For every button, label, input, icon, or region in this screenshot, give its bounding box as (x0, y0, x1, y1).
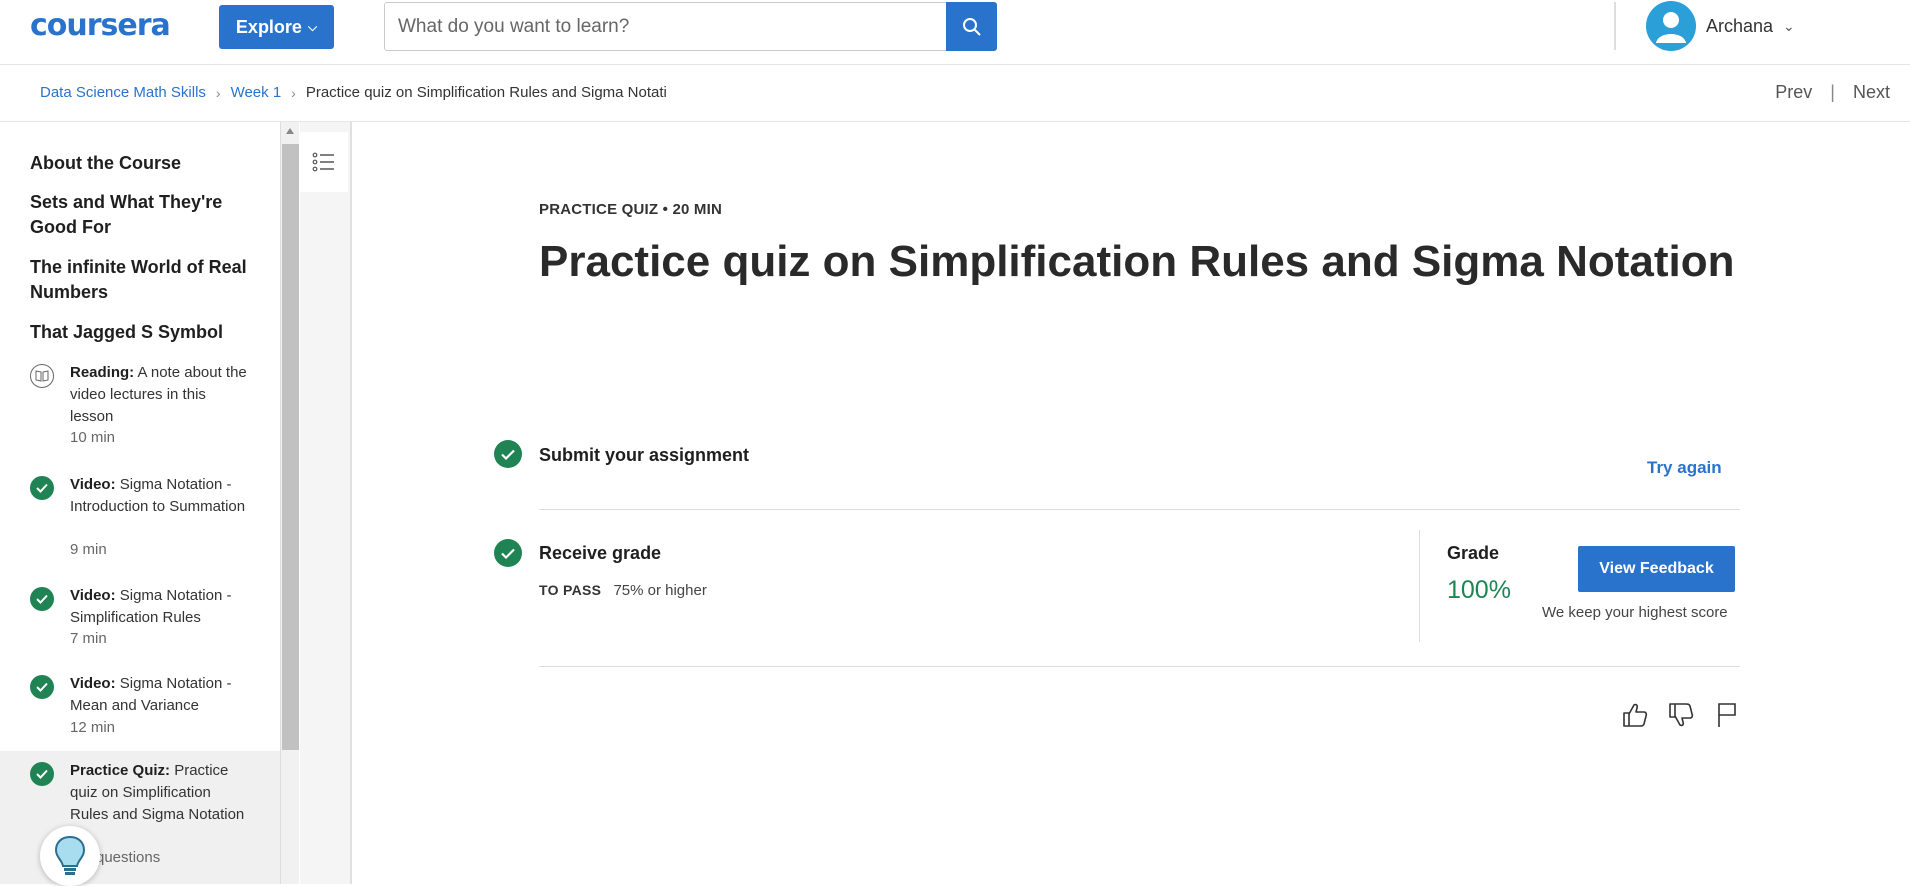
grade-label: Grade (1447, 543, 1500, 563)
book-icon (30, 364, 54, 388)
top-navbar: coursera Explore ⌵ Archana ⌄ (0, 0, 1910, 65)
search-button[interactable] (946, 2, 997, 51)
user-icon (1656, 12, 1686, 43)
chevron-down-icon: ⌄ (1783, 17, 1795, 34)
content-divider (350, 122, 352, 884)
breadcrumb-current: Practice quiz on Simplification Rules an… (305, 84, 667, 101)
sidebar-section-sets[interactable]: Sets and What They're Good For (30, 190, 250, 240)
user-menu[interactable]: Archana ⌄ (1646, 0, 1795, 52)
sidebar-item-text: Practice Quiz: Practice quiz on Simplifi… (70, 762, 245, 823)
sidebar-item-video-intro[interactable]: Video: Sigma Notation - Introduction to … (0, 474, 280, 562)
explore-label: Explore (235, 16, 302, 37)
sidebar-section-real-numbers[interactable]: The infinite World of Real Numbers (30, 255, 250, 305)
avatar (1646, 1, 1696, 51)
flag-icon[interactable] (1712, 700, 1742, 730)
check-icon (30, 476, 54, 500)
reaction-bar (1620, 700, 1742, 730)
check-icon (494, 539, 522, 567)
search-box (384, 2, 997, 51)
pass-requirement: TO PASS 75% or higher (539, 582, 707, 599)
sidebar-item-text: Video: Sigma Notation - Introduction to … (70, 476, 246, 515)
explore-button[interactable]: Explore ⌵ (219, 5, 334, 49)
toc-strip (300, 122, 351, 884)
highest-score-note: We keep your highest score (1542, 604, 1728, 621)
breadcrumb: Data Science Math Skills › Week 1 › Prac… (40, 84, 667, 101)
sidebar-section-about[interactable]: About the Course (30, 151, 250, 176)
user-name: Archana (1706, 15, 1774, 36)
divider (539, 666, 1740, 667)
sidebar-item-duration: 10 min (70, 429, 116, 446)
grade-divider (1419, 530, 1420, 642)
thumbs-down-icon[interactable] (1666, 700, 1696, 730)
sidebar-item-text: Video: Sigma Notation - Mean and Varianc… (70, 675, 232, 714)
course-sidebar: About the Course Sets and What They're G… (0, 122, 280, 884)
view-feedback-button[interactable]: View Feedback (1578, 546, 1735, 592)
list-icon (312, 152, 334, 172)
chevron-right-icon: › (215, 84, 221, 101)
grade-value: 100% (1447, 576, 1511, 604)
check-icon (30, 762, 54, 786)
scroll-up-icon[interactable] (286, 128, 294, 134)
lightbulb-icon (54, 835, 86, 875)
breadcrumb-course[interactable]: Data Science Math Skills (40, 84, 206, 101)
next-link[interactable]: Next (1853, 82, 1890, 103)
check-icon (494, 440, 522, 468)
chevron-right-icon: › (291, 84, 296, 101)
header-divider (1614, 2, 1616, 50)
toc-toggle-button[interactable] (300, 132, 348, 192)
sidebar-section-jagged-s[interactable]: That Jagged S Symbol (30, 320, 250, 345)
quiz-eyebrow: PRACTICE QUIZ • 20 MIN (539, 201, 723, 218)
submit-assignment-title: Submit your assignment (539, 445, 750, 465)
divider (539, 509, 1740, 510)
check-icon (30, 587, 54, 611)
prev-link[interactable]: Prev (1775, 82, 1812, 103)
search-input[interactable] (385, 3, 946, 50)
sidebar-item-duration: 12 min (70, 719, 116, 736)
sidebar-item-text: Video: Sigma Notation - Simplification R… (70, 587, 232, 626)
breadcrumb-bar: Data Science Math Skills › Week 1 › Prac… (0, 66, 1910, 122)
prev-next-nav: Prev | Next (1775, 82, 1890, 103)
sidebar-item-video-rules[interactable]: Video: Sigma Notation - Simplification R… (0, 585, 280, 655)
sidebar-item-duration: questions (96, 849, 161, 866)
nav-separator: | (1830, 82, 1835, 102)
sidebar-item-duration: 9 min (70, 541, 107, 558)
lightbulb-help-button[interactable] (40, 826, 100, 886)
scrollbar-thumb[interactable] (282, 144, 299, 750)
sidebar-item-video-mean[interactable]: Video: Sigma Notation - Mean and Varianc… (0, 673, 280, 743)
sidebar-item-reading[interactable]: Reading: A note about the video lectures… (0, 362, 280, 472)
page-title: Practice quiz on Simplification Rules an… (539, 237, 1735, 286)
coursera-logo[interactable]: coursera (30, 8, 171, 43)
to-pass-label: TO PASS (539, 582, 602, 598)
chevron-down-icon: ⌵ (307, 19, 318, 34)
to-pass-value: 75% or higher (613, 582, 707, 599)
check-icon (30, 675, 54, 699)
sidebar-item-duration: 7 min (70, 630, 107, 647)
sidebar-scrollbar[interactable] (280, 122, 299, 884)
breadcrumb-week[interactable]: Week 1 (231, 84, 282, 101)
thumbs-up-icon[interactable] (1620, 700, 1650, 730)
sidebar-item-text: Reading: A note about the video lectures… (70, 364, 247, 425)
search-icon (962, 17, 981, 36)
receive-grade-title: Receive grade (539, 543, 662, 563)
try-again-link[interactable]: Try again (1647, 458, 1722, 478)
